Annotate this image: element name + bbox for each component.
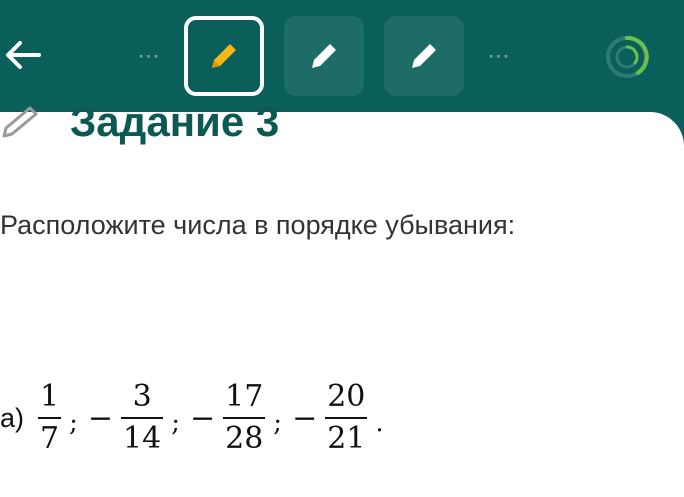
fraction: 17 28 <box>223 379 266 456</box>
fraction: 20 21 <box>325 379 368 456</box>
task-instruction: Расположите числа в порядке убывания: <box>0 210 516 240</box>
page-title: Задание 3 <box>70 98 280 145</box>
denominator: 14 <box>123 421 162 456</box>
denominator: 7 <box>40 421 60 456</box>
separator: ; <box>69 408 78 438</box>
denominator: 21 <box>327 421 366 456</box>
math-expression: а) 1 7 ; − 3 14 ; − 17 28 ; − 20 21 . <box>0 368 388 468</box>
numerator: 17 <box>225 379 264 414</box>
denominator: 28 <box>225 421 264 456</box>
fraction-bar <box>38 417 62 419</box>
progress-indicator[interactable] <box>604 34 650 80</box>
pen-tool-active[interactable] <box>184 16 264 96</box>
separator: ; <box>171 408 180 438</box>
minus-sign: − <box>189 400 216 436</box>
back-arrow-icon <box>6 41 41 69</box>
pencil-icon <box>212 44 236 68</box>
pencil-icon <box>412 44 436 68</box>
fraction: 3 14 <box>121 379 164 456</box>
fraction: 1 7 <box>38 379 62 456</box>
pencil-icon <box>312 44 336 68</box>
end-period: . <box>375 408 384 438</box>
numerator: 20 <box>327 379 366 414</box>
minus-sign: − <box>292 400 318 436</box>
fraction-bar <box>121 417 164 419</box>
fraction-bar <box>325 417 368 419</box>
back-button[interactable] <box>2 30 44 80</box>
progress-ring-icon <box>606 35 649 78</box>
item-label: а) <box>0 402 25 433</box>
minus-sign: − <box>87 400 114 436</box>
more-tools-left[interactable]: ⋯ <box>130 43 170 68</box>
pen-tool-3[interactable] <box>384 16 464 96</box>
pencil-icon <box>2 106 38 138</box>
more-tools-right[interactable]: ⋯ <box>480 43 520 68</box>
numerator: 1 <box>40 379 60 414</box>
separator: ; <box>273 408 283 438</box>
pen-tool-2[interactable] <box>284 16 364 96</box>
fraction-bar <box>223 417 266 419</box>
numerator: 3 <box>132 379 152 414</box>
